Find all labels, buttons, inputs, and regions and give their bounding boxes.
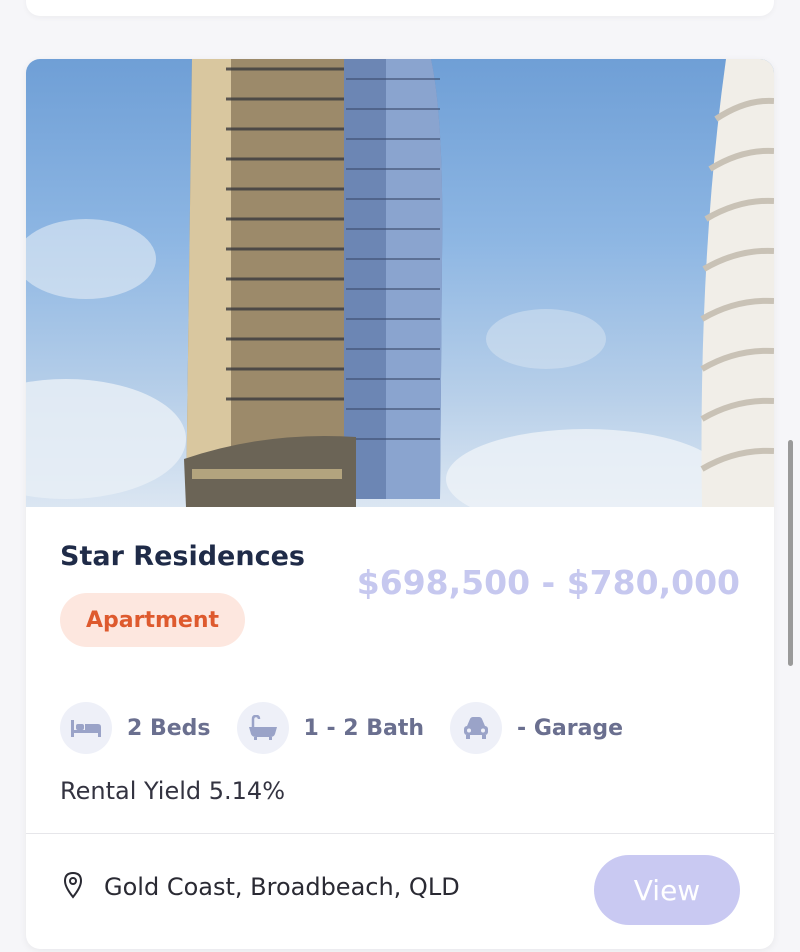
price-range: $698,500 - $780,000 bbox=[356, 563, 740, 602]
property-title: Star Residences bbox=[60, 541, 305, 572]
card-divider bbox=[26, 833, 774, 834]
rental-yield: Rental Yield 5.14% bbox=[60, 777, 285, 805]
property-photo bbox=[26, 59, 774, 507]
previous-card-edge bbox=[26, 0, 774, 16]
garage-label: - Garage bbox=[517, 715, 624, 741]
bath-label: 1 - 2 Bath bbox=[303, 715, 425, 741]
location: Gold Coast, Broadbeach, QLD bbox=[62, 871, 460, 903]
bed-icon bbox=[60, 702, 112, 754]
location-text: Gold Coast, Broadbeach, QLD bbox=[104, 873, 460, 901]
feature-list: 2 Beds 1 - 2 Bath - Garage bbox=[60, 702, 649, 754]
map-pin-icon bbox=[62, 871, 84, 903]
feature-bath: 1 - 2 Bath bbox=[236, 702, 425, 754]
car-icon bbox=[450, 702, 503, 754]
beds-label: 2 Beds bbox=[127, 715, 211, 741]
property-card[interactable]: Star Residences $698,500 - $780,000 Apar… bbox=[26, 59, 774, 949]
view-button[interactable]: View bbox=[594, 855, 740, 925]
bath-icon bbox=[236, 702, 289, 754]
feature-garage: - Garage bbox=[450, 702, 623, 754]
property-type-badge: Apartment bbox=[60, 593, 246, 647]
feature-beds: 2 Beds bbox=[60, 702, 211, 754]
scrollbar[interactable] bbox=[788, 440, 793, 666]
